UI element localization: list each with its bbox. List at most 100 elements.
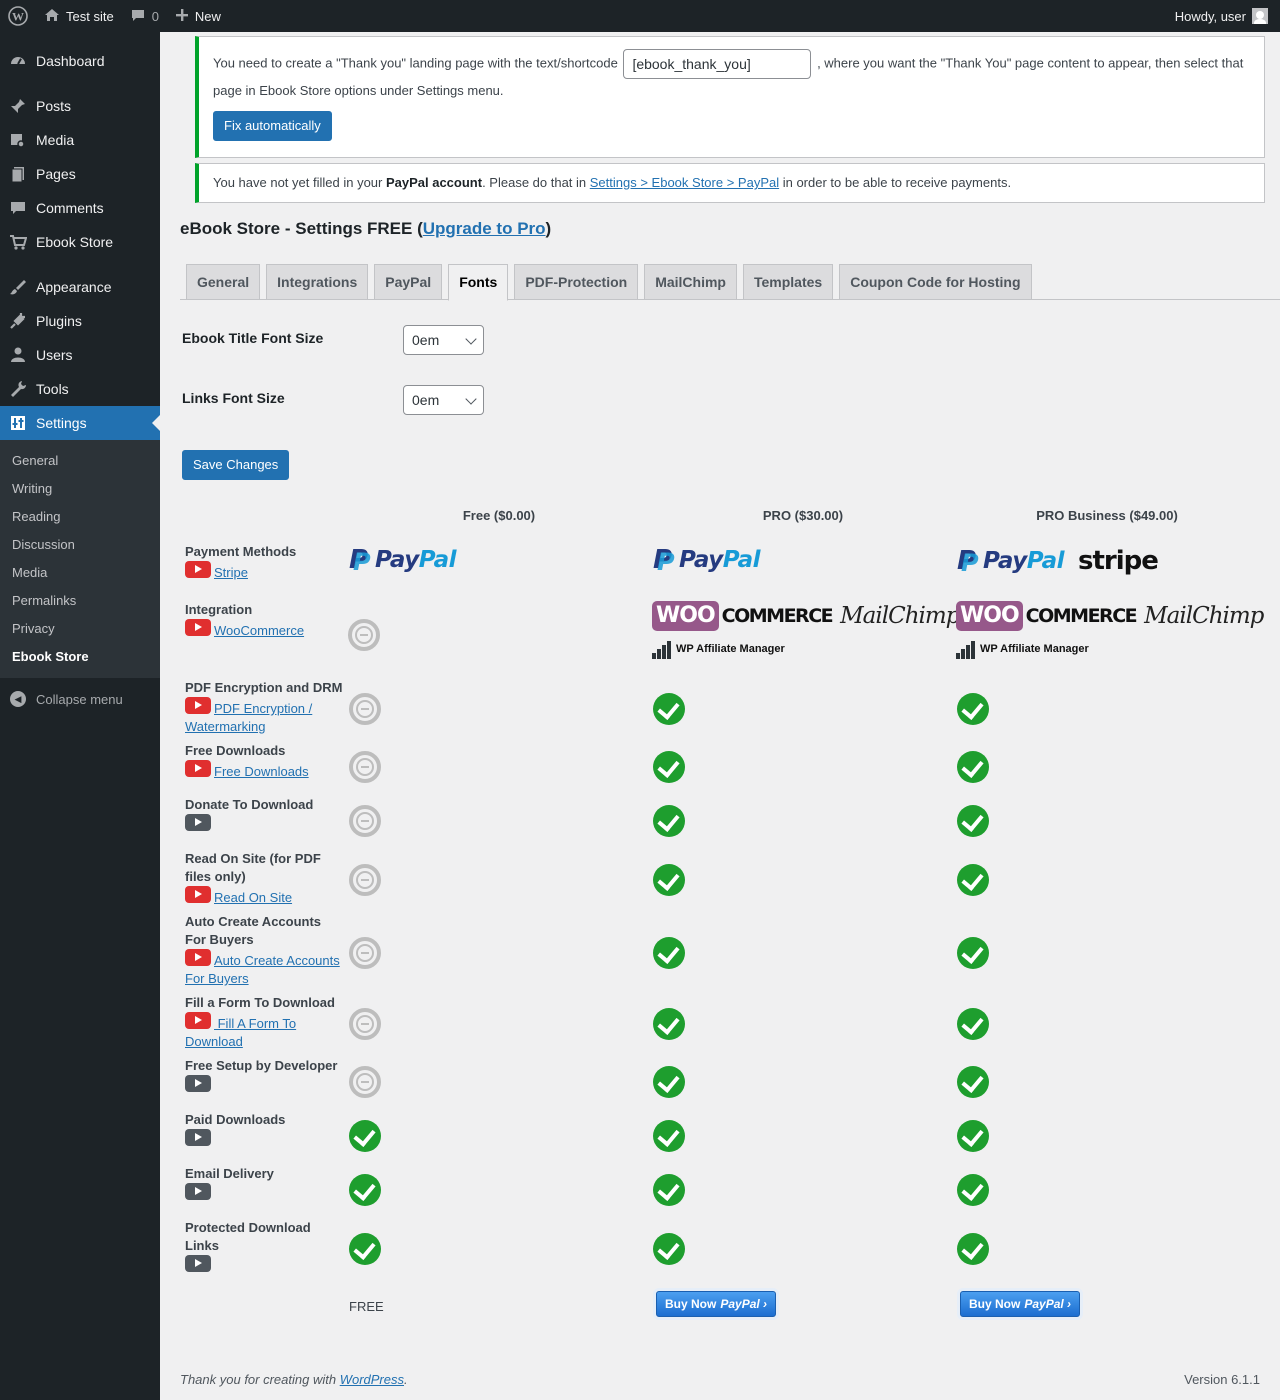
tab-integrations[interactable]: Integrations <box>266 264 369 300</box>
title-font-size-select[interactable]: 0em <box>403 325 484 355</box>
video-icon[interactable] <box>185 619 211 636</box>
footer-thanks: Thank you for creating with WordPress. <box>180 1372 408 1387</box>
menu-comments[interactable]: Comments <box>0 191 160 225</box>
check-icon <box>653 1008 685 1040</box>
footer-version: Version 6.1.1 <box>1184 1372 1260 1387</box>
tab-templates[interactable]: Templates <box>742 264 834 300</box>
feature-cell: Paid Downloads <box>185 1111 345 1150</box>
table-row: PDF Encryption and DRM PDF Encryption / W… <box>185 679 1275 739</box>
stripe-logo: stripe <box>1078 546 1159 576</box>
tab-mailchimp[interactable]: MailChimp <box>644 264 737 300</box>
logo-text: Pay <box>375 547 419 573</box>
home-icon <box>44 7 60 26</box>
menu-appearance[interactable]: Appearance <box>0 270 160 304</box>
buy-now-pro-button[interactable]: Buy Now PayPal › <box>656 1291 777 1317</box>
check-icon <box>653 937 685 969</box>
check-icon <box>653 1120 685 1152</box>
tab-paypal[interactable]: PayPal <box>374 264 443 300</box>
video-icon[interactable] <box>185 697 211 714</box>
paypal-settings-link[interactable]: Settings > Ebook Store > PayPal <box>590 175 779 190</box>
feature-link[interactable]: Read On Site <box>214 890 292 905</box>
notice-text: You need to create a "Thank you" landing… <box>213 55 618 71</box>
media-icon <box>8 130 28 150</box>
save-changes-button[interactable]: Save Changes <box>182 450 290 480</box>
table-row: Read On Site (for PDF files only) Read On… <box>185 850 1275 910</box>
tab-fonts[interactable]: Fonts <box>448 264 509 301</box>
video-icon[interactable] <box>185 1183 211 1200</box>
feature-link[interactable]: Stripe <box>214 565 248 580</box>
comments-count: 0 <box>151 8 159 24</box>
feature-name: Donate To Download <box>185 797 314 812</box>
submenu-discussion[interactable]: Discussion <box>0 531 160 559</box>
tab-pdf-protection[interactable]: PDF-Protection <box>514 264 639 300</box>
shortcode-input[interactable] <box>623 49 812 79</box>
feature-name: Payment Methods <box>185 544 297 559</box>
feature-link[interactable]: WooCommerce <box>214 623 304 638</box>
menu-label: Comments <box>36 200 104 216</box>
column-header-pro: PRO ($30.00) <box>762 508 844 523</box>
comments-link[interactable]: 0 <box>122 0 167 32</box>
video-icon[interactable] <box>185 1012 211 1029</box>
menu-users[interactable]: Users <box>0 338 160 372</box>
notice-text: You have not yet filled in your <box>213 175 386 190</box>
submenu-ebook-store[interactable]: Ebook Store <box>0 643 160 671</box>
video-icon[interactable] <box>185 1075 211 1092</box>
admin-sidebar: Dashboard Posts Media Pages Comments Ebo… <box>0 32 160 1400</box>
check-icon <box>349 1174 381 1206</box>
collapse-menu-button[interactable]: ◀ Collapse menu <box>0 682 160 716</box>
submenu-media[interactable]: Media <box>0 559 160 587</box>
tab-general[interactable]: General <box>186 264 261 300</box>
menu-tools[interactable]: Tools <box>0 372 160 406</box>
video-icon[interactable] <box>185 1129 211 1146</box>
table-row: Free Setup by Developer <box>185 1057 1275 1107</box>
submenu-writing[interactable]: Writing <box>0 475 160 503</box>
video-icon[interactable] <box>185 949 211 966</box>
fix-automatically-button[interactable]: Fix automatically <box>213 111 332 141</box>
check-icon <box>957 1066 989 1098</box>
menu-posts[interactable]: Posts <box>0 89 160 123</box>
links-font-size-select[interactable]: 0em <box>403 385 484 415</box>
menu-plugins[interactable]: Plugins <box>0 304 160 338</box>
menu-settings[interactable]: Settings <box>0 406 160 440</box>
submenu-privacy[interactable]: Privacy <box>0 615 160 643</box>
video-icon[interactable] <box>185 1255 211 1272</box>
logo-text: Pay <box>983 548 1027 574</box>
menu-dashboard[interactable]: Dashboard <box>0 44 160 78</box>
new-content-link[interactable]: New <box>167 0 229 32</box>
video-icon[interactable] <box>185 760 211 777</box>
logo-text: Pal <box>722 547 761 573</box>
paypal-icon <box>957 546 978 577</box>
tab-coupon-code[interactable]: Coupon Code for Hosting <box>839 264 1032 300</box>
feature-name: Protected Download Links <box>185 1220 311 1253</box>
submenu-reading[interactable]: Reading <box>0 503 160 531</box>
check-icon <box>957 1008 989 1040</box>
check-icon <box>349 1120 381 1152</box>
my-account[interactable]: Howdy, user <box>1175 8 1280 24</box>
upgrade-to-pro-link[interactable]: Upgrade to Pro <box>423 219 546 238</box>
links-font-size-label: Links Font Size <box>182 390 285 406</box>
feature-name: Read On Site (for PDF files only) <box>185 851 321 884</box>
feature-link[interactable]: Free Downloads <box>214 764 309 779</box>
table-row: Email Delivery <box>185 1165 1275 1215</box>
wordpress-link[interactable]: WordPress <box>340 1372 404 1387</box>
settings-tabs: General Integrations PayPal Fonts PDF-Pr… <box>180 264 1280 301</box>
menu-pages[interactable]: Pages <box>0 157 160 191</box>
menu-ebook-store[interactable]: Ebook Store <box>0 225 160 259</box>
logo-text: Pay <box>679 547 723 573</box>
video-icon[interactable] <box>185 814 211 831</box>
video-icon[interactable] <box>185 561 211 578</box>
site-name-link[interactable]: Test site <box>36 0 122 32</box>
settings-submenu: General Writing Reading Discussion Media… <box>0 440 160 678</box>
wordpress-logo-icon[interactable]: W <box>0 0 36 32</box>
pin-icon <box>8 96 28 116</box>
submenu-permalinks[interactable]: Permalinks <box>0 587 160 615</box>
button-text: Buy Now <box>969 1297 1021 1311</box>
check-icon <box>957 1174 989 1206</box>
no-icon <box>349 1008 381 1040</box>
video-icon[interactable] <box>185 886 211 903</box>
no-icon <box>349 693 381 725</box>
buy-now-pro-business-button[interactable]: Buy Now PayPal › <box>960 1291 1081 1317</box>
menu-media[interactable]: Media <box>0 123 160 157</box>
submenu-general[interactable]: General <box>0 447 160 475</box>
check-icon <box>957 693 989 725</box>
